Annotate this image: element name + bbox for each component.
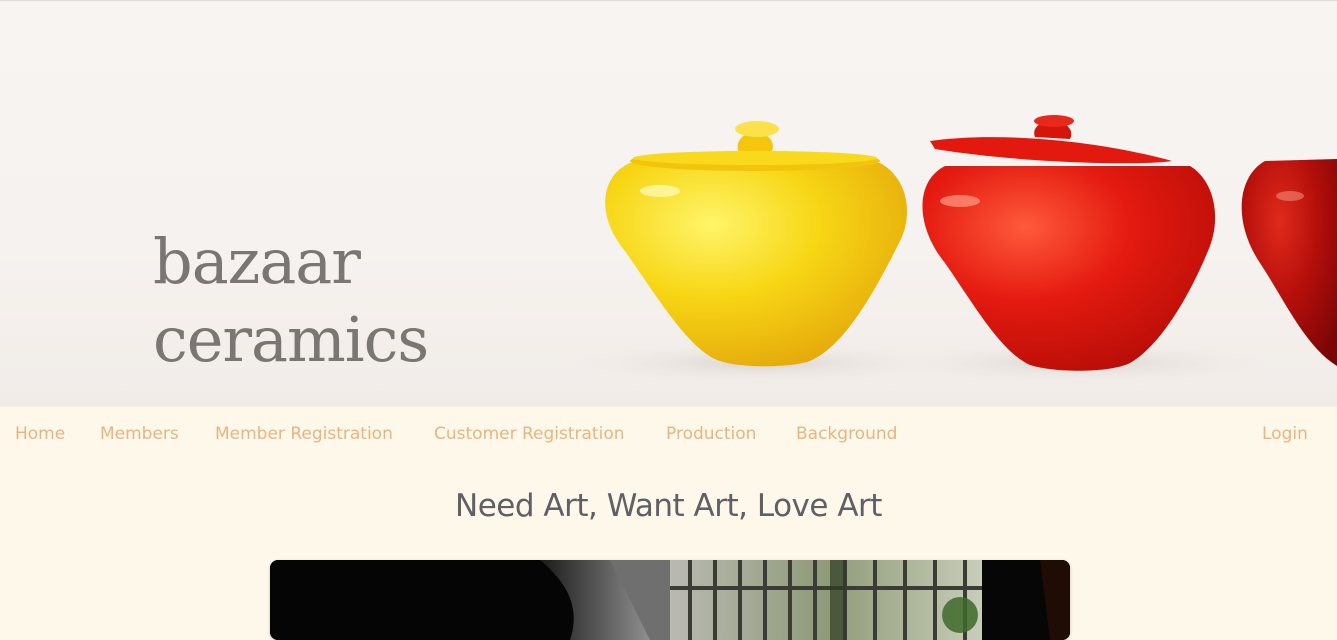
studio-photo [270,560,1070,640]
brand-line-2: ceramics [153,303,429,376]
hero-banner: bazaar ceramics [0,1,1337,407]
red-pot [922,115,1216,371]
brand-line-1: bazaar [153,225,361,298]
nav-home[interactable]: Home [15,424,65,444]
nav-production[interactable]: Production [666,424,756,444]
nav-background[interactable]: Background [796,424,897,444]
nav-member-registration[interactable]: Member Registration [215,424,393,444]
yellow-pot [605,121,908,367]
nav-customer-registration[interactable]: Customer Registration [434,424,625,444]
page-headline: Need Art, Want Art, Love Art [455,488,882,524]
feature-image [270,560,1070,640]
brand-logo: bazaar ceramics [153,223,429,379]
dark-red-pot [1241,159,1337,366]
nav-members[interactable]: Members [100,424,179,444]
main-nav: Home Members Member Registration Custome… [0,407,1337,461]
nav-login[interactable]: Login [1262,424,1308,444]
